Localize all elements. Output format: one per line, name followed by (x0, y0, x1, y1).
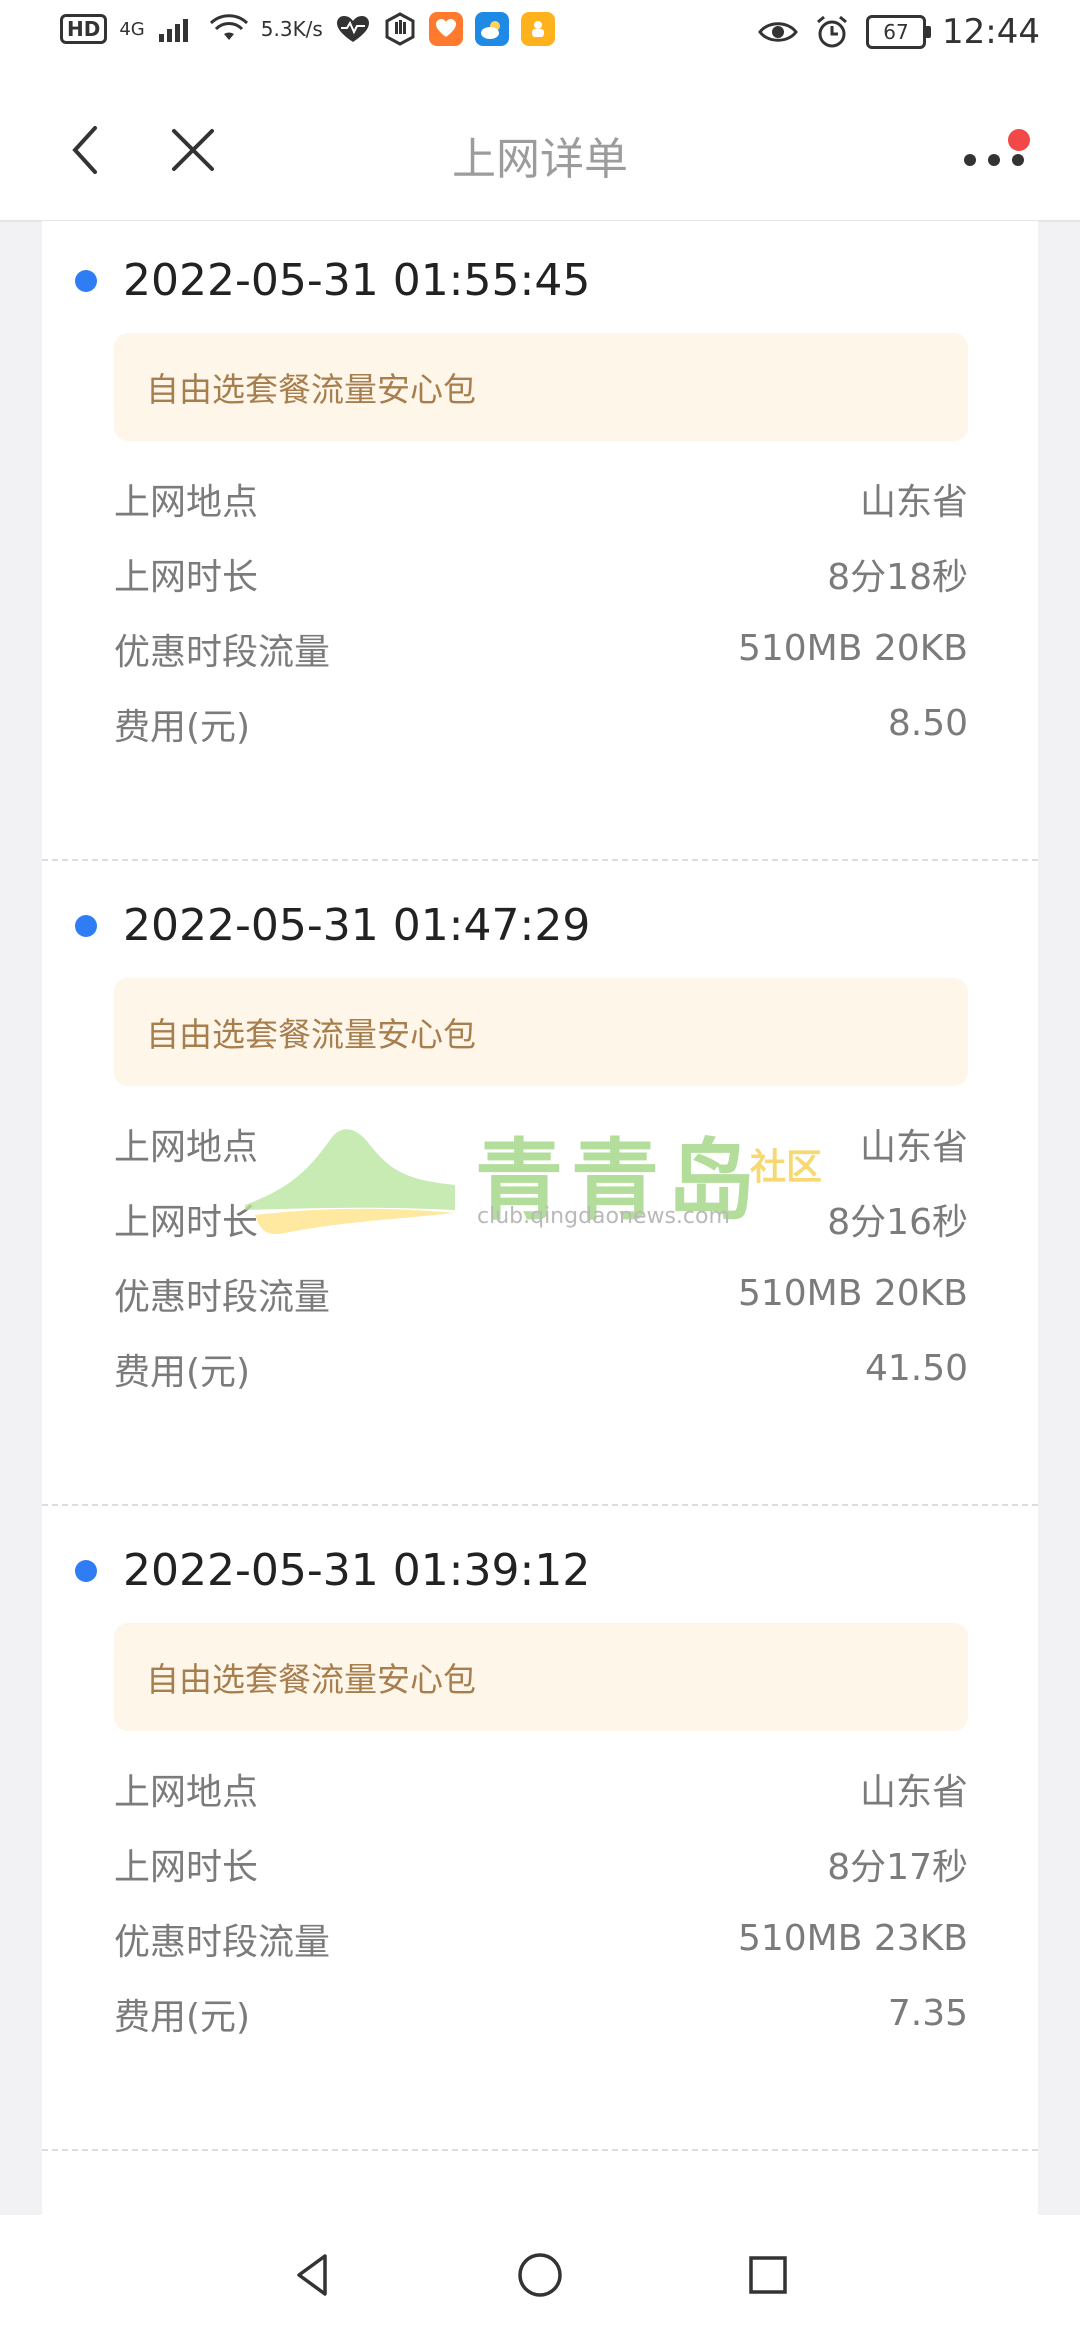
detail-row: 费用(元) 41.50 (114, 1331, 968, 1406)
detail-row: 优惠时段流量 510MB 20KB (114, 1256, 968, 1331)
detail-label: 上网时长 (114, 1201, 259, 1243)
package-name: 自由选套餐流量安心包 (146, 1015, 476, 1054)
detail-value: 山东省 (859, 481, 968, 523)
detail-row: 上网时长 8分17秒 (114, 1826, 968, 1901)
more-dot (1012, 154, 1024, 166)
network-speed: 5.3 K/s (261, 19, 323, 39)
package-name: 自由选套餐流量安心包 (146, 370, 476, 409)
more-button[interactable] (960, 129, 1040, 175)
detail-value: 41.50 (864, 1348, 968, 1389)
record-datetime: 2022-05-31 01:39:12 (123, 1545, 591, 1596)
status-right: 67 12:44 (758, 12, 1040, 52)
system-navbar (0, 2215, 1080, 2340)
record-details: 上网地点 山东省 上网时长 8分17秒 优惠时段流量 510MB 23KB 费用… (114, 1751, 968, 2051)
eye-icon (758, 17, 798, 47)
detail-value: 8分18秒 (827, 556, 968, 598)
detail-row: 上网地点 山东省 (114, 461, 968, 536)
record-header: 2022-05-31 01:47:29 (75, 900, 590, 951)
hand-icon (383, 12, 417, 46)
detail-row: 费用(元) 7.35 (114, 1976, 968, 2051)
nav-home-button[interactable] (510, 2245, 570, 2305)
detail-label: 上网地点 (114, 481, 259, 523)
battery-level: 67 (883, 20, 909, 44)
record-divider (42, 2149, 1038, 2151)
health-icon (335, 14, 371, 44)
detail-label: 优惠时段流量 (114, 1276, 331, 1318)
package-pill: 自由选套餐流量安心包 (114, 1623, 968, 1731)
detail-row: 费用(元) 8.50 (114, 686, 968, 761)
network-speed-value: 5.3 (260, 17, 293, 41)
detail-label: 费用(元) (114, 1996, 251, 2038)
detail-value: 7.35 (887, 1993, 968, 2034)
detail-label: 优惠时段流量 (114, 631, 331, 673)
record-details: 上网地点 山东省 上网时长 8分18秒 优惠时段流量 510MB 20KB 费用… (114, 461, 968, 761)
detail-row: 优惠时段流量 510MB 23KB (114, 1901, 968, 1976)
usage-record: 2022-05-31 01:39:12 自由选套餐流量安心包 上网地点 山东省 … (42, 1511, 1038, 2151)
network-speed-unit: K/s (292, 17, 323, 41)
record-header: 2022-05-31 01:55:45 (75, 255, 590, 306)
detail-label: 费用(元) (114, 706, 251, 748)
nav-recents-button[interactable] (738, 2245, 798, 2305)
yellow-app-icon (520, 12, 555, 46)
package-name: 自由选套餐流量安心包 (146, 1660, 476, 1699)
bullet-dot-icon (75, 269, 97, 292)
more-dot (964, 154, 976, 166)
cellular-type: 4G (119, 18, 145, 40)
hd-icon: HD (60, 14, 108, 44)
detail-label: 上网时长 (114, 1846, 259, 1888)
detail-value: 510MB 23KB (737, 1918, 968, 1959)
detail-label: 优惠时段流量 (114, 1921, 331, 1963)
clock-time: 12:44 (942, 12, 1040, 52)
detail-row: 上网时长 8分18秒 (114, 536, 968, 611)
detail-row: 优惠时段流量 510MB 20KB (114, 611, 968, 686)
page-title: 上网详单 (452, 134, 628, 185)
nav-recents-icon (749, 2256, 787, 2294)
record-datetime: 2022-05-31 01:55:45 (123, 255, 591, 306)
nav-back-icon (297, 2254, 327, 2296)
page-header: 上网详单 (0, 75, 1080, 222)
detail-label: 费用(元) (114, 1351, 251, 1393)
nav-home-icon (518, 2253, 562, 2297)
orange-app-icon (428, 12, 463, 46)
status-left: HD 4G 5.3 K/s (60, 12, 555, 46)
battery-icon: 67 (866, 15, 932, 49)
record-details: 上网地点 山东省 上网时长 8分16秒 优惠时段流量 510MB 20KB 费用… (114, 1106, 968, 1406)
usage-list: 2022-05-31 01:55:45 自由选套餐流量安心包 上网地点 山东省 … (42, 221, 1038, 2221)
detail-value: 8分17秒 (827, 1846, 968, 1888)
detail-value: 山东省 (859, 1126, 968, 1168)
package-pill: 自由选套餐流量安心包 (114, 333, 968, 441)
usage-record: 2022-05-31 01:55:45 自由选套餐流量安心包 上网地点 山东省 … (42, 221, 1038, 861)
detail-value: 510MB 20KB (737, 628, 968, 669)
detail-value: 8分16秒 (827, 1201, 968, 1243)
bullet-dot-icon (75, 1559, 97, 1582)
weather-app-icon (474, 12, 509, 46)
record-datetime: 2022-05-31 01:47:29 (123, 900, 591, 951)
detail-value: 8.50 (887, 703, 968, 744)
status-bar: HD 4G 5.3 K/s 67 12:44 (0, 0, 1080, 75)
detail-value: 510MB 20KB (737, 1273, 968, 1314)
record-header: 2022-05-31 01:39:12 (75, 1545, 590, 1596)
detail-label: 上网地点 (114, 1126, 259, 1168)
detail-value: 山东省 (859, 1771, 968, 1813)
record-divider (42, 859, 1038, 861)
nav-back-button[interactable] (282, 2245, 342, 2305)
bullet-dot-icon (75, 914, 97, 937)
more-dot (988, 154, 1000, 166)
detail-label: 上网地点 (114, 1771, 259, 1813)
package-pill: 自由选套餐流量安心包 (114, 978, 968, 1086)
wifi-icon (209, 14, 249, 44)
detail-row: 上网地点 山东省 (114, 1106, 968, 1181)
alarm-icon (814, 14, 850, 50)
detail-row: 上网时长 8分16秒 (114, 1181, 968, 1256)
record-divider (42, 1504, 1038, 1506)
detail-label: 上网时长 (114, 556, 259, 598)
detail-row: 上网地点 山东省 (114, 1751, 968, 1826)
notification-badge (1008, 129, 1030, 151)
usage-record: 2022-05-31 01:47:29 自由选套餐流量安心包 上网地点 山东省 … (42, 866, 1038, 1506)
signal-icon (157, 14, 197, 44)
